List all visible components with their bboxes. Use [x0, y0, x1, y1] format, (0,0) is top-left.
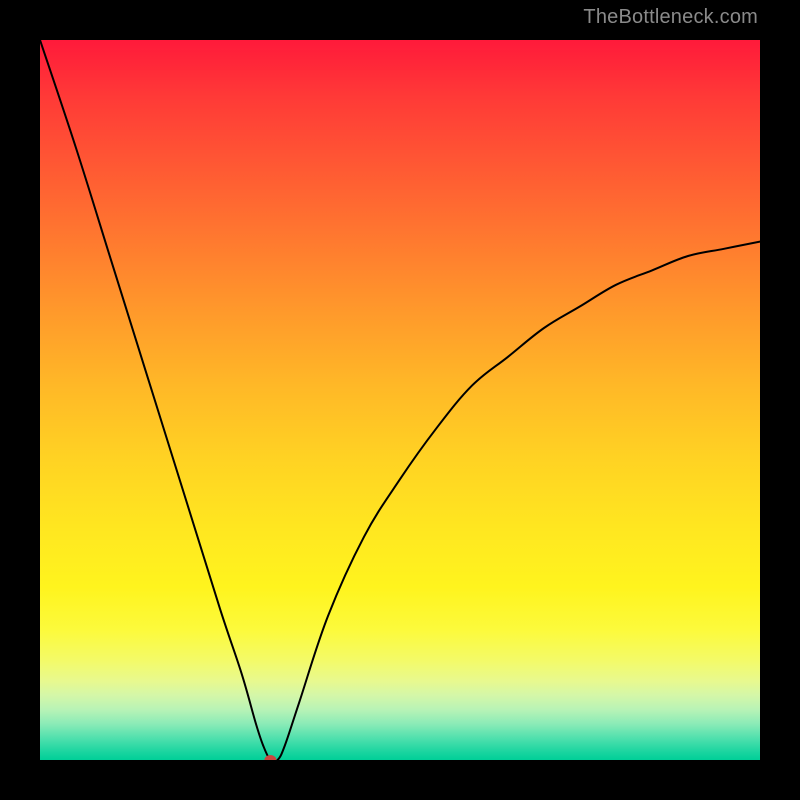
plot-area — [40, 40, 760, 760]
bottleneck-curve-path — [40, 40, 760, 760]
minimum-marker — [264, 755, 276, 760]
watermark-label: TheBottleneck.com — [583, 6, 758, 29]
chart-frame: TheBottleneck.com — [0, 0, 800, 800]
curve-svg — [40, 40, 760, 760]
